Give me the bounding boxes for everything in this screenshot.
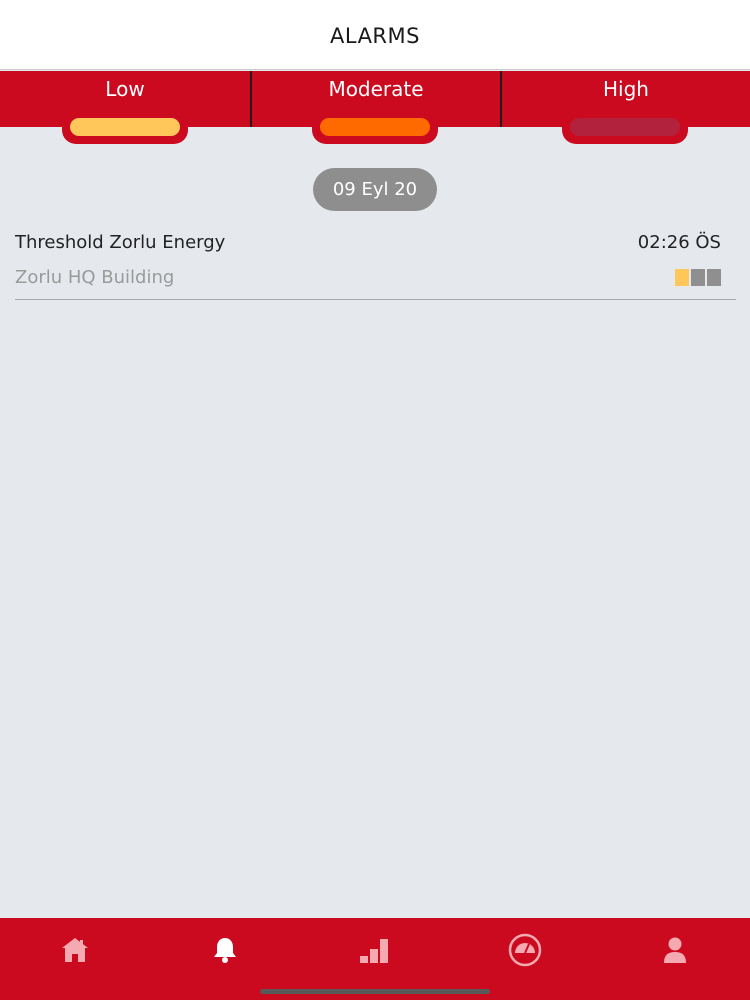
alarm-list-item[interactable]: Threshold Zorlu Energy 02:26 ÖS Zorlu HQ… [15,222,736,300]
severity-block-1 [675,269,689,286]
severity-block-3 [707,269,721,286]
date-group-chip: 09 Eyl 20 [313,168,437,211]
tab-alarms[interactable] [150,918,300,982]
severity-indicator [675,269,721,286]
app-header: ALARMS [0,0,750,70]
alarm-title: Threshold Zorlu Energy [15,232,226,253]
tab-home[interactable] [0,918,150,982]
moderate-severity-pill [320,118,430,136]
alarm-time: 02:26 ÖS [637,232,721,253]
user-icon [664,937,686,963]
filter-indicator-low[interactable] [62,116,188,144]
high-severity-pill [570,118,680,136]
tab-profile[interactable] [600,918,750,982]
gauge-icon [508,933,542,967]
home-indicator [260,989,490,994]
severity-block-2 [691,269,705,286]
page-title: ALARMS [330,23,420,48]
home-icon [62,938,88,962]
bar-chart-icon [360,939,388,963]
bottom-tab-bar [0,918,750,1000]
tab-dashboard[interactable] [450,918,600,982]
filter-indicator-moderate[interactable] [312,116,438,144]
filter-indicator-high[interactable] [562,116,688,144]
bell-icon [214,938,236,963]
alarm-location: Zorlu HQ Building [15,267,175,288]
low-severity-pill [70,118,180,136]
tab-reports[interactable] [300,918,450,982]
